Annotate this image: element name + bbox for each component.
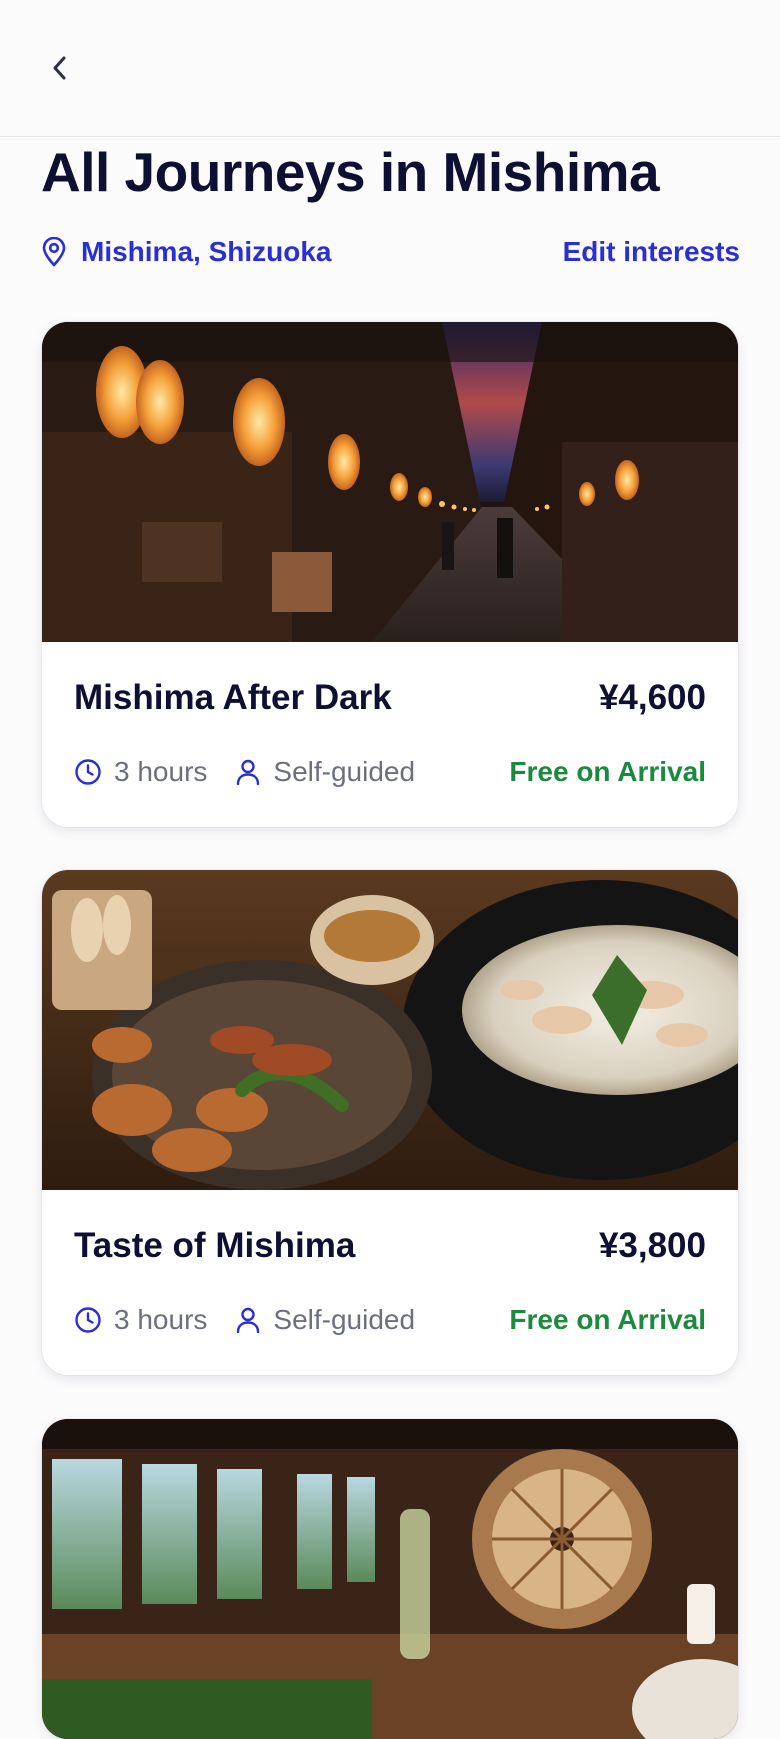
duration: 3 hours — [74, 756, 207, 788]
top-bar — [0, 0, 780, 137]
chevron-left-icon — [53, 56, 66, 80]
duration-text: 3 hours — [114, 1304, 208, 1335]
journey-card-body: Mishima After Dark ¥4,600 3 hours Self-g… — [42, 642, 738, 827]
journey-image — [42, 870, 738, 1190]
status-badge: Free on Arrival — [509, 756, 706, 787]
edit-interests-link[interactable]: Edit interests — [563, 236, 740, 268]
map-pin-icon — [42, 237, 66, 267]
guide-text: Self-guided — [273, 756, 416, 787]
journey-meta: 3 hours Self-guided — [74, 756, 443, 788]
person-icon — [237, 759, 260, 786]
back-button[interactable] — [40, 48, 80, 88]
journey-title: Taste of Mishima — [74, 1226, 356, 1265]
location-row: Mishima, Shizuoka Edit interests — [41, 234, 740, 270]
page-title: All Journeys in Mishima — [41, 141, 660, 203]
duration: 3 hours — [74, 1304, 207, 1336]
journey-meta: 3 hours Self-guided — [74, 1304, 443, 1336]
journey-price: ¥3,800 — [598, 1226, 706, 1265]
journey-card[interactable]: Taste of Mishima ¥3,800 3 hours Self-gui… — [42, 870, 738, 1375]
location-link[interactable]: Mishima, Shizuoka — [41, 236, 332, 268]
location-text: Mishima, Shizuoka — [81, 236, 332, 267]
journey-title: Mishima After Dark — [74, 678, 392, 717]
guide-type: Self-guided — [235, 1304, 415, 1336]
journey-image — [42, 322, 738, 642]
guide-text: Self-guided — [273, 1304, 416, 1335]
status-badge: Free on Arrival — [509, 1304, 706, 1335]
journey-card[interactable]: Mishima After Dark ¥4,600 3 hours Self-g… — [42, 322, 738, 827]
journey-image — [42, 1419, 738, 1739]
duration-text: 3 hours — [114, 756, 208, 787]
clock-icon — [75, 759, 101, 785]
journey-card-body: Taste of Mishima ¥3,800 3 hours Self-gui… — [42, 1190, 738, 1375]
journey-card[interactable] — [42, 1419, 738, 1739]
clock-icon — [75, 1307, 101, 1333]
journey-price: ¥4,600 — [598, 678, 706, 717]
person-icon — [237, 1307, 260, 1334]
guide-type: Self-guided — [235, 756, 415, 788]
